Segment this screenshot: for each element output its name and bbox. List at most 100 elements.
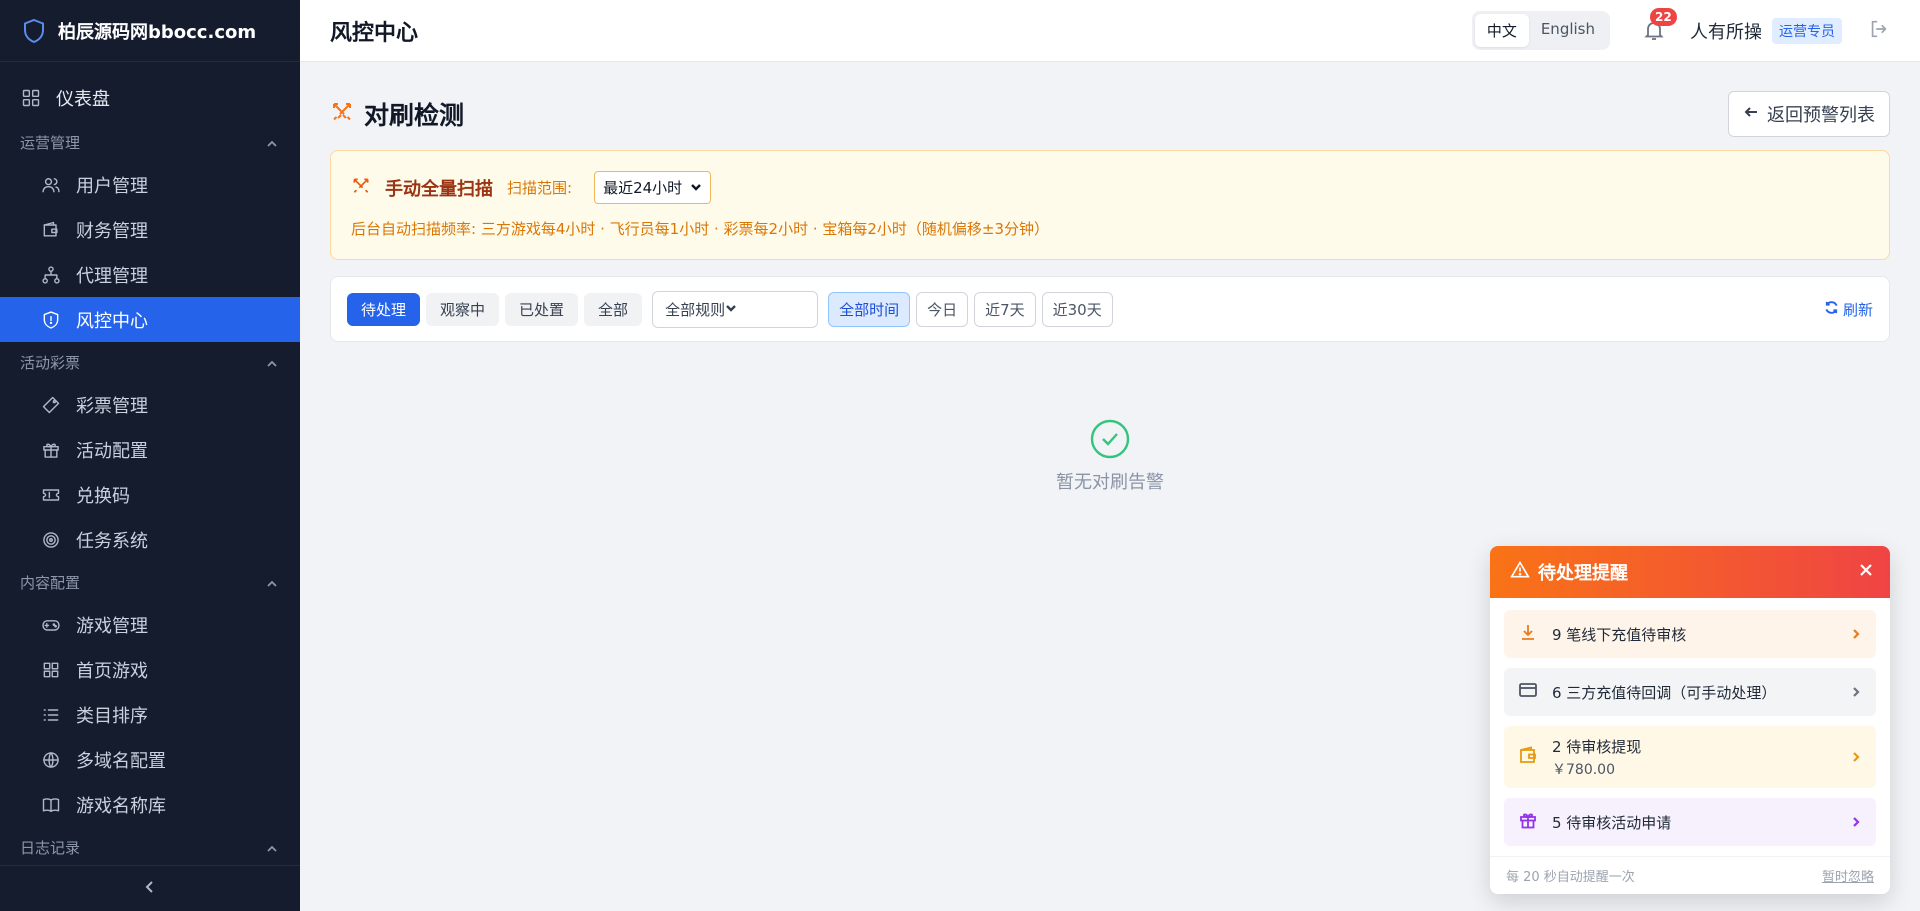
status-tab-all[interactable]: 全部 xyxy=(584,292,643,326)
group-title: 日志记录 xyxy=(20,838,81,857)
brand[interactable]: 柏辰源码网bbocc.com xyxy=(0,0,300,62)
sidebar-item-agents[interactable]: 代理管理 xyxy=(0,252,300,297)
sidebar-item-tasks[interactable]: 任务系统 xyxy=(0,517,300,562)
chevron-down-icon xyxy=(725,300,737,318)
users-icon xyxy=(40,174,62,196)
back-button-label: 返回预警列表 xyxy=(1767,105,1875,126)
chevron-right-icon xyxy=(1850,813,1862,832)
hierarchy-icon xyxy=(40,264,62,286)
sidebar-item-label: 彩票管理 xyxy=(76,395,148,417)
status-tab-observing[interactable]: 观察中 xyxy=(426,292,500,326)
time-tab-all[interactable]: 全部时间 xyxy=(828,291,911,327)
pending-reminder-popup: 待处理提醒 9 笔线下充值待审核 6 三方充值待回调（可手动处理） 2 待审核提… xyxy=(1490,546,1890,894)
coupon-icon xyxy=(40,484,62,506)
time-tab-today[interactable]: 今日 xyxy=(916,291,969,327)
notification-count-badge: 22 xyxy=(1650,7,1677,26)
sidebar-item-label: 任务系统 xyxy=(76,530,148,552)
reminder-item-third-party-recharge[interactable]: 6 三方充值待回调（可手动处理） xyxy=(1504,668,1876,716)
chevron-up-icon xyxy=(266,356,278,368)
sidebar-item-label: 仪表盘 xyxy=(56,89,110,110)
reminder-text: 2 待审核提现 xyxy=(1552,737,1642,756)
sidebar-item-label: 首页游戏 xyxy=(76,660,148,682)
rule-select[interactable]: 全部规则 xyxy=(652,290,819,328)
sidebar-item-activity-config[interactable]: 活动配置 xyxy=(0,427,300,472)
top-header: 风控中心 中文 English 22 人有所操 运营专员 xyxy=(300,0,1920,62)
sidebar-item-label: 代理管理 xyxy=(76,265,148,287)
empty-state: 暂无对刷告警 xyxy=(330,418,1890,494)
sidebar-group-content[interactable]: 内容配置 xyxy=(0,562,300,602)
sidebar-item-redeem-code[interactable]: 兑换码 xyxy=(0,472,300,517)
popup-title: 待处理提醒 xyxy=(1538,563,1628,584)
wallet-icon xyxy=(1518,745,1538,769)
chevron-right-icon xyxy=(1850,748,1862,767)
reminder-item-withdrawals[interactable]: 2 待审核提现 ￥780.00 xyxy=(1504,726,1876,788)
sidebar-item-label: 游戏名称库 xyxy=(76,795,166,817)
reminder-text-block: 2 待审核提现 ￥780.00 xyxy=(1552,736,1641,779)
scan-title[interactable]: 手动全量扫描 xyxy=(385,175,493,201)
lang-en-button[interactable]: English xyxy=(1529,14,1607,47)
scan-frequency-note: 后台自动扫描频率: 三方游戏每4小时 · 飞行员每1小时 · 彩票每2小时 · … xyxy=(351,220,1050,238)
chevron-up-icon xyxy=(266,841,278,853)
time-tab-7days[interactable]: 近7天 xyxy=(974,291,1036,327)
page-title: 对刷检测 xyxy=(364,101,465,130)
grid-icon xyxy=(40,659,62,681)
sidebar-item-home-games[interactable]: 首页游戏 xyxy=(0,647,300,692)
sidebar-item-lottery[interactable]: 彩票管理 xyxy=(0,382,300,427)
header-actions: 中文 English 22 人有所操 运营专员 xyxy=(1471,7,1890,50)
sidebar-item-domains[interactable]: 多域名配置 xyxy=(0,737,300,782)
reminder-item-activity-applications[interactable]: 5 待审核活动申请 xyxy=(1504,798,1876,846)
close-icon[interactable] xyxy=(1858,562,1874,582)
sidebar-item-games[interactable]: 游戏管理 xyxy=(0,602,300,647)
logout-icon[interactable] xyxy=(1868,18,1890,44)
lang-zh-button[interactable]: 中文 xyxy=(1474,14,1529,47)
refresh-icon xyxy=(1824,300,1843,319)
sidebar-item-label: 用户管理 xyxy=(76,175,148,197)
scan-range-select[interactable]: 最近24小时 xyxy=(594,171,712,204)
sidebar-item-dashboard[interactable]: 仪表盘 xyxy=(0,74,300,122)
chevron-right-icon xyxy=(1850,625,1862,644)
status-tab-pending[interactable]: 待处理 xyxy=(347,292,421,326)
chevron-up-icon xyxy=(266,576,278,588)
notification-button[interactable]: 22 xyxy=(1642,7,1677,44)
status-tab-handled[interactable]: 已处置 xyxy=(505,292,579,326)
sidebar-group-operations[interactable]: 运营管理 xyxy=(0,122,300,162)
sidebar-collapse-button[interactable] xyxy=(0,865,300,911)
group-title: 活动彩票 xyxy=(20,353,81,372)
chevron-left-icon xyxy=(143,879,157,898)
wallet-icon xyxy=(40,219,62,241)
sidebar-item-game-names[interactable]: 游戏名称库 xyxy=(0,782,300,827)
globe-icon xyxy=(40,749,62,771)
chevron-down-icon xyxy=(682,179,702,197)
main-content: 对刷检测 返回预警列表 手动全量扫描 扫描范围: 最近24小时 后台自动扫描频率… xyxy=(330,62,1890,493)
header-title: 风控中心 xyxy=(330,20,419,46)
sidebar-item-risk-center[interactable]: 风控中心 xyxy=(0,297,300,342)
shield-icon xyxy=(22,18,46,44)
sidebar-group-activities[interactable]: 活动彩票 xyxy=(0,342,300,382)
rule-select-value: 全部规则 xyxy=(665,300,726,319)
ignore-link[interactable]: 暂时忽略 xyxy=(1822,866,1874,885)
reminder-text: 6 三方充值待回调（可手动处理） xyxy=(1552,683,1777,702)
swords-icon xyxy=(330,100,354,128)
refresh-button[interactable]: 刷新 xyxy=(1824,299,1873,320)
sidebar-item-category-sort[interactable]: 类目排序 xyxy=(0,692,300,737)
sidebar-item-finance[interactable]: 财务管理 xyxy=(0,207,300,252)
download-icon xyxy=(1518,622,1538,646)
popup-header: 待处理提醒 xyxy=(1490,546,1890,598)
reminder-item-offline-recharge[interactable]: 9 笔线下充值待审核 xyxy=(1504,610,1876,658)
target-icon xyxy=(40,529,62,551)
sidebar-group-logs[interactable]: 日志记录 xyxy=(0,827,300,867)
filter-bar: 待处理 观察中 已处置 全部 全部规则 全部时间 今日 近7天 近30天 刷新 xyxy=(330,276,1890,342)
popup-footer: 每 20 秒自动提醒一次 暂时忽略 xyxy=(1490,856,1890,894)
gift-icon xyxy=(40,439,62,461)
empty-state-text: 暂无对刷告警 xyxy=(1056,472,1164,493)
arrow-left-icon xyxy=(1743,104,1767,125)
scan-range-value: 最近24小时 xyxy=(603,179,683,197)
role-badge: 运营专员 xyxy=(1772,17,1842,44)
sidebar-item-label: 财务管理 xyxy=(76,220,148,242)
warning-icon xyxy=(1510,560,1530,584)
back-to-alerts-button[interactable]: 返回预警列表 xyxy=(1728,91,1890,137)
time-tab-30days[interactable]: 近30天 xyxy=(1041,291,1113,327)
sidebar-item-users[interactable]: 用户管理 xyxy=(0,162,300,207)
sidebar: 柏辰源码网bbocc.com 仪表盘 运营管理 用户管理 财务管理 代理管理 风… xyxy=(0,0,300,911)
user-name[interactable]: 人有所操 xyxy=(1690,18,1762,44)
